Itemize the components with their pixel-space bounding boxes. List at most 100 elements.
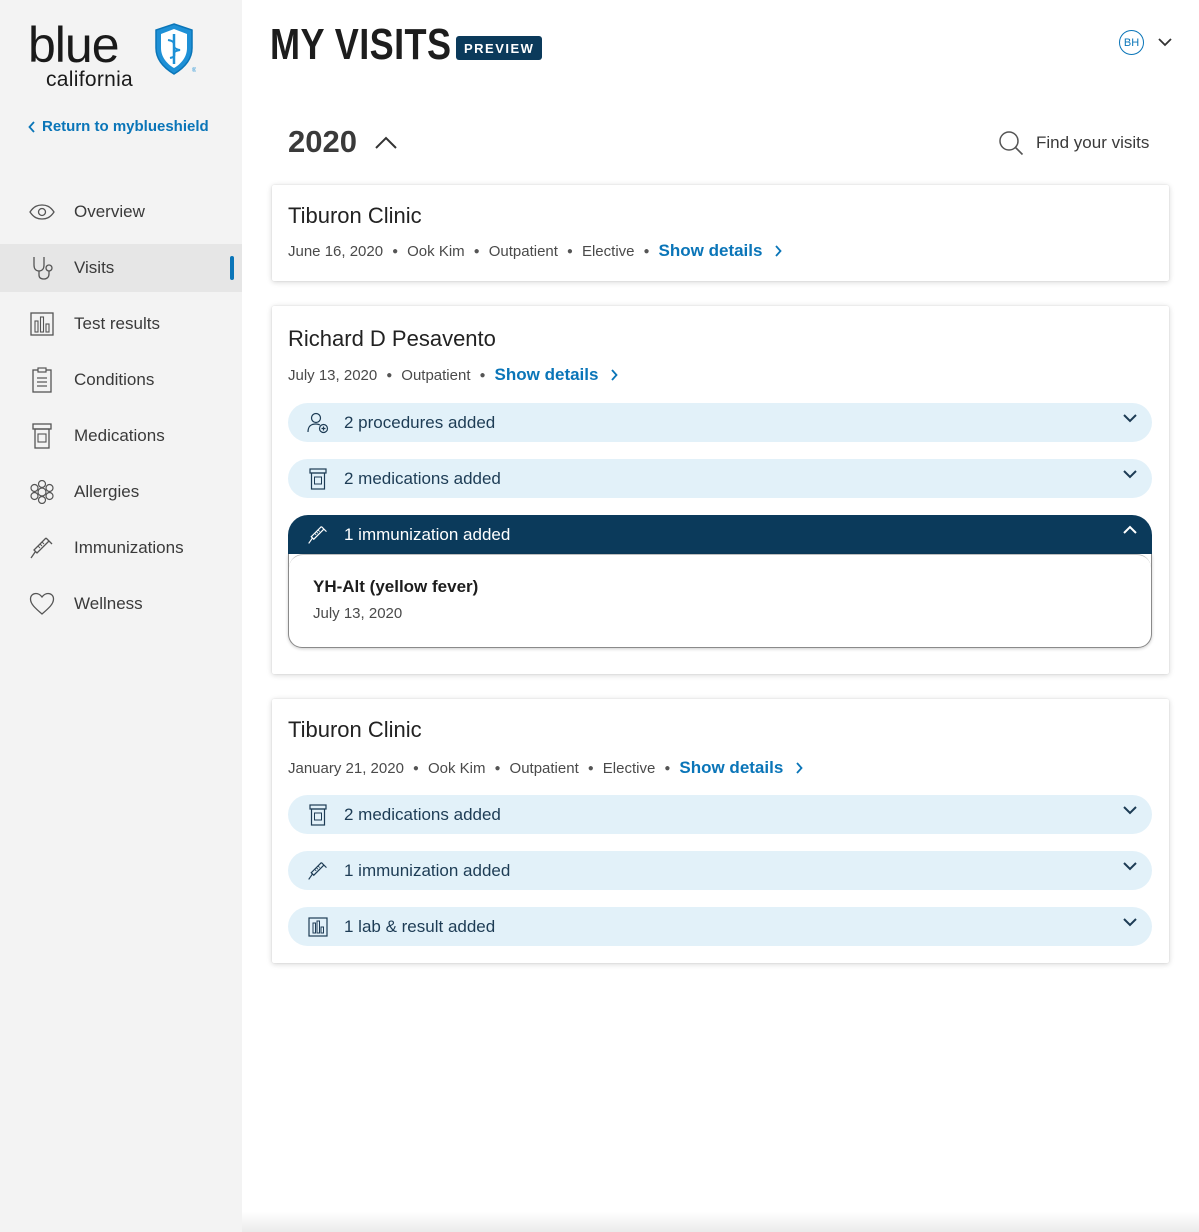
medications-accordion[interactable]: 2 medications added: [288, 795, 1152, 834]
sidebar-item-immunizations[interactable]: Immunizations: [0, 524, 242, 572]
bottom-fade: [242, 1212, 1199, 1232]
separator-dot: ●: [479, 369, 486, 381]
separator-dot: ●: [392, 245, 399, 257]
sidebar: blue california ® Return to myblueshield…: [0, 0, 242, 1232]
find-visits-label: Find your visits: [1036, 133, 1150, 152]
visit-title: Richard D Pesavento: [288, 326, 496, 351]
page-title: MY VISITS: [270, 20, 452, 69]
visit-provider: Ook Kim: [427, 759, 486, 777]
separator-dot: ●: [494, 762, 501, 774]
sidebar-item-label: Wellness: [74, 594, 143, 613]
sidebar-item-wellness[interactable]: Wellness: [0, 580, 242, 628]
visit-card: Richard D Pesavento July 13, 2020 ● Outp…: [272, 306, 1169, 674]
sidebar-item-medications[interactable]: Medications: [0, 412, 242, 460]
pill-bottle-icon: [306, 467, 330, 491]
separator-dot: ●: [643, 245, 650, 257]
shield-icon: ®: [155, 23, 196, 75]
find-visits-button[interactable]: Find your visits: [998, 130, 1149, 156]
sidebar-item-label: Immunizations: [74, 538, 184, 557]
lab-results-accordion[interactable]: 1 lab & result added: [288, 907, 1152, 946]
procedures-accordion[interactable]: 2 procedures added: [288, 403, 1152, 442]
visit-title: Tiburon Clinic: [288, 203, 422, 228]
avatar: BH: [1119, 30, 1144, 55]
sidebar-item-test-results[interactable]: Test results: [0, 300, 242, 348]
visit-date: January 21, 2020: [288, 759, 404, 777]
sidebar-item-label: Conditions: [74, 370, 155, 389]
chevron-up-icon: [375, 136, 397, 149]
lab-result-icon: [306, 915, 330, 939]
immunization-entry: YH-Alt (yellow fever) July 13, 2020: [289, 554, 1151, 647]
search-icon: [999, 131, 1024, 156]
show-details-label: Show details: [494, 365, 599, 384]
visit-card: Tiburon Clinic January 21, 2020 ● Ook Ki…: [272, 699, 1169, 963]
sidebar-item-label: Allergies: [74, 482, 140, 501]
show-details-label: Show details: [679, 758, 784, 777]
visit-date: July 13, 2020: [288, 366, 378, 384]
procedure-icon: [306, 411, 330, 435]
visit-type: Outpatient: [509, 759, 579, 777]
chevron-down-icon: [1158, 38, 1172, 47]
sidebar-item-conditions[interactable]: Conditions: [0, 356, 242, 404]
chevron-down-icon: [1123, 862, 1137, 871]
syringe-icon: [306, 859, 330, 883]
heart-icon: [28, 590, 56, 618]
visit-type: Outpatient: [488, 242, 558, 260]
chevron-left-icon: [28, 120, 35, 133]
show-details-label: Show details: [658, 241, 763, 260]
accordion-label: 1 immunization added: [344, 860, 511, 880]
chevron-down-icon: [1123, 414, 1137, 423]
chevron-right-icon: [775, 245, 783, 257]
sidebar-item-overview[interactable]: Overview: [0, 188, 242, 236]
eye-icon: [28, 198, 56, 226]
sidebar-item-visits[interactable]: Visits: [0, 244, 242, 292]
clipboard-icon: [28, 366, 56, 394]
pill-bottle-icon: [28, 422, 56, 450]
separator-dot: ●: [473, 245, 480, 257]
accordion-label: 1 immunization added: [344, 524, 511, 544]
chevron-right-icon: [611, 369, 619, 381]
show-details-link[interactable]: Show details: [679, 758, 804, 778]
syringe-icon: [28, 534, 56, 562]
user-menu[interactable]: BH: [1119, 30, 1172, 55]
visit-title: Tiburon Clinic: [288, 717, 422, 742]
separator-dot: ●: [412, 762, 419, 774]
show-details-link[interactable]: Show details: [659, 241, 783, 261]
chevron-up-icon: [1123, 525, 1137, 534]
visit-meta: June 16, 2020 ● Ook Kim ● Outpatient ● E…: [288, 241, 783, 261]
syringe-icon: [306, 523, 330, 547]
sidebar-item-allergies[interactable]: Allergies: [0, 468, 242, 516]
return-link-label: Return to myblueshield: [42, 118, 209, 135]
return-link[interactable]: Return to myblueshield: [28, 118, 209, 135]
visit-category: Elective: [581, 242, 635, 260]
sidebar-item-label: Test results: [74, 314, 160, 333]
accordion-label: 2 procedures added: [344, 412, 496, 432]
immunization-detail-panel: YH-Alt (yellow fever) July 13, 2020: [288, 554, 1152, 648]
visit-category: Elective: [602, 759, 656, 777]
blue-shield-logo[interactable]: blue california ®: [28, 17, 200, 92]
separator-dot: ●: [386, 369, 393, 381]
visit-provider: Ook Kim: [407, 242, 465, 260]
visit-date: June 16, 2020: [288, 242, 384, 260]
year-toggle[interactable]: 2020: [288, 124, 397, 160]
show-details-link[interactable]: Show details: [495, 365, 619, 385]
separator-dot: ●: [664, 762, 671, 774]
immunization-date: July 13, 2020: [313, 605, 403, 622]
accordion-label: 2 medications added: [344, 468, 501, 488]
immunization-name: YH-Alt (yellow fever): [313, 577, 479, 596]
visit-meta: July 13, 2020 ● Outpatient ● Show detail…: [288, 365, 619, 385]
chevron-down-icon: [1123, 918, 1137, 927]
logo-sub: california: [46, 68, 134, 91]
accordion-label: 1 lab & result added: [344, 916, 496, 936]
separator-dot: ●: [587, 762, 594, 774]
preview-badge: PREVIEW: [456, 36, 543, 60]
medications-accordion[interactable]: 2 medications added: [288, 459, 1152, 498]
immunizations-accordion[interactable]: 1 immunization added: [288, 851, 1152, 890]
svg-text:®: ®: [192, 67, 196, 74]
year-label: 2020: [288, 124, 357, 159]
logo-word: blue: [28, 17, 120, 73]
bar-chart-icon: [28, 310, 56, 338]
sidebar-item-label: Medications: [74, 426, 165, 445]
immunizations-accordion[interactable]: 1 immunization added: [288, 515, 1152, 554]
visit-card: Tiburon Clinic June 16, 2020 ● Ook Kim ●…: [272, 185, 1169, 281]
sidebar-item-label: Overview: [74, 202, 145, 221]
